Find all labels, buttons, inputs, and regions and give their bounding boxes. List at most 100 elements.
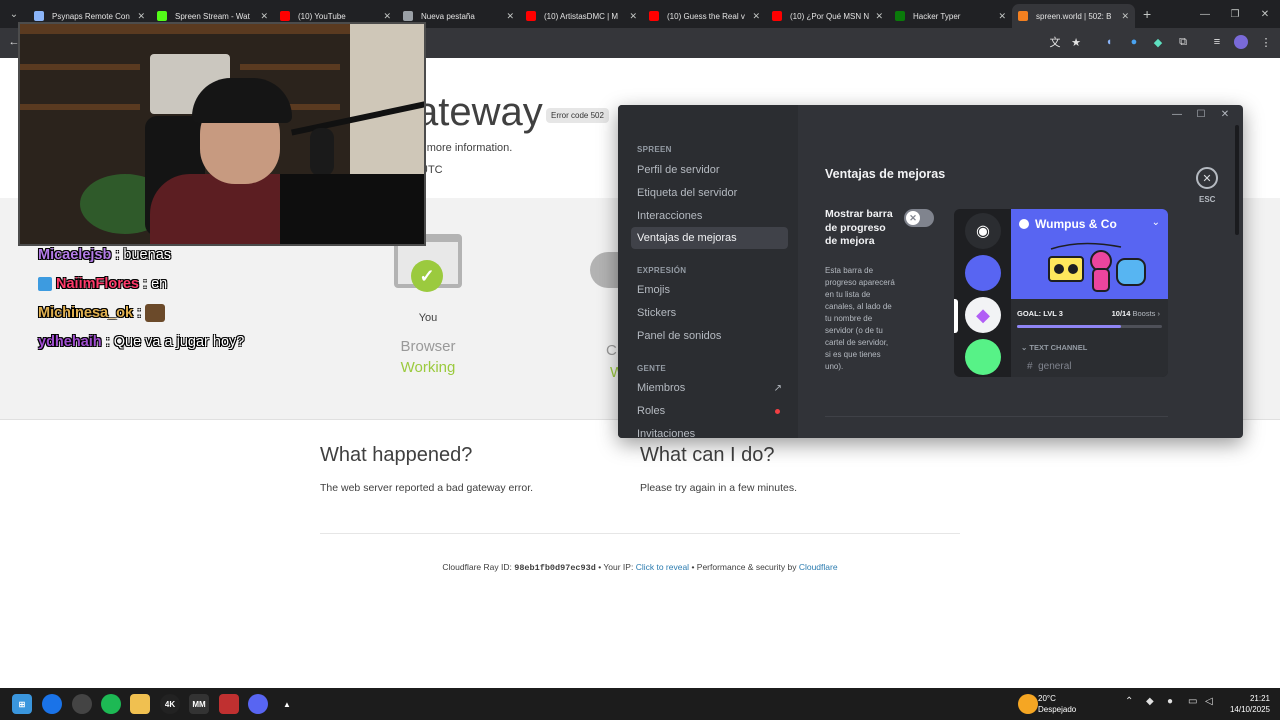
favicon-icon	[895, 11, 905, 21]
sidebar-item-stickers[interactable]: Stickers	[631, 302, 788, 324]
favicon-icon	[1018, 11, 1028, 21]
tab-close-icon[interactable]: ✕	[260, 11, 268, 22]
favicon-icon	[280, 11, 290, 21]
browser-status-block: ✓ You Browser Working	[384, 234, 472, 376]
reveal-ip-link[interactable]: Click to reveal	[636, 562, 689, 572]
tray-mic-icon[interactable]: ●	[1167, 696, 1173, 707]
browser-tab[interactable]: Hacker Typer ✕	[889, 4, 1012, 28]
new-tab-button[interactable]: +	[1143, 6, 1151, 22]
sidebar-item-roles[interactable]: Roles	[631, 400, 788, 422]
tab-title: Psynaps Remote Con	[52, 11, 130, 21]
you-label: You	[418, 312, 438, 324]
discord-close-icon[interactable]: ✕	[1213, 109, 1237, 120]
tab-close-icon[interactable]: ✕	[875, 11, 883, 22]
shelf	[240, 64, 340, 70]
tab-close-icon[interactable]: ✕	[137, 11, 145, 22]
sidebar-item-ventajas[interactable]: Ventajas de mejoras	[631, 227, 788, 249]
extension-blue-icon[interactable]: ●	[1126, 34, 1142, 50]
tray-volume-icon[interactable]: ◁	[1205, 696, 1213, 707]
browser-tab[interactable]: (10) ¿Por Qué MSN N ✕	[766, 4, 889, 28]
app-4k-icon[interactable]: 4K	[160, 694, 180, 714]
menu-kebab-icon[interactable]: ⋮	[1258, 34, 1274, 50]
performance-label: • Performance & security by	[689, 562, 799, 572]
sidebar-item-perfil[interactable]: Perfil de servidor	[631, 159, 788, 181]
chat-message: NaiimFlores : en	[38, 269, 358, 298]
browser-tab[interactable]: spreen.world | 502: B ✕	[1012, 4, 1135, 28]
boost-count: 10/14 Boosts ›	[1111, 309, 1160, 318]
tab-close-icon[interactable]: ✕	[629, 11, 637, 22]
bookmark-star-icon[interactable]: ★	[1068, 34, 1084, 50]
restore-icon[interactable]: ❐	[1220, 9, 1250, 20]
tray-display-icon[interactable]: ▭	[1188, 696, 1197, 707]
clock-time[interactable]: 21:21	[1236, 694, 1270, 703]
favicon-icon	[34, 11, 44, 21]
progress-bar-toggle[interactable]: ✕	[904, 209, 934, 227]
hash-icon: #	[1027, 361, 1033, 372]
profile-avatar-icon[interactable]	[1234, 35, 1248, 49]
tab-close-icon[interactable]: ✕	[752, 11, 760, 22]
translate-icon[interactable]: 文	[1047, 34, 1063, 50]
discord-maximize-icon[interactable]: ☐	[1189, 109, 1213, 120]
sidebar-item-interacciones[interactable]: Interacciones	[631, 205, 788, 227]
extension-teal-icon[interactable]: ◆	[1150, 34, 1166, 50]
tray-app-icon[interactable]: ◆	[1146, 696, 1154, 707]
chrome-icon[interactable]	[42, 694, 62, 714]
tab-close-icon[interactable]: ✕	[506, 11, 514, 22]
sidebar-item-etiqueta[interactable]: Etiqueta del servidor	[631, 182, 788, 204]
browser-tab[interactable]: (10) ArtistasDMC | M ✕	[520, 4, 643, 28]
sidebar-item-sonidos[interactable]: Panel de sonidos	[631, 325, 788, 347]
browser-tab[interactable]: (10) Guess the Real v ✕	[643, 4, 766, 28]
chat-username: Micaelejsb	[38, 246, 112, 263]
settings-sidebar: SPREEN Perfil de servidor Etiqueta del s…	[618, 105, 798, 438]
sidebar-item-emojis[interactable]: Emojis	[631, 279, 788, 301]
tab-title: (10) ¿Por Qué MSN N	[790, 11, 870, 21]
section-expresion: EXPRESIÓN	[637, 266, 687, 275]
discord-settings-window: SPREEN Perfil de servidor Etiqueta del s…	[618, 105, 1243, 438]
chat-username: NaiimFlores	[56, 275, 139, 292]
tab-title: Spreen Stream - Wat	[175, 11, 250, 21]
weather-temp: 20°C	[1038, 694, 1056, 703]
app-circle-icon[interactable]	[72, 694, 92, 714]
browser-label: Browser	[400, 338, 456, 355]
windows-start-icon[interactable]: ⊞	[12, 694, 32, 714]
sidebar-item-miembros[interactable]: Miembros ↗	[631, 377, 788, 399]
app-red-icon[interactable]	[219, 694, 239, 714]
weather-icon[interactable]	[1018, 694, 1038, 714]
tray-chevron-icon[interactable]: ⌃	[1125, 696, 1133, 707]
notification-dot-icon	[775, 408, 780, 414]
file-explorer-icon[interactable]	[130, 694, 150, 714]
ray-id-label: Cloudflare Ray ID:	[442, 562, 515, 572]
tab-title: (10) Guess the Real v	[667, 11, 745, 21]
close-settings-button[interactable]: ✕	[1196, 167, 1218, 189]
app-rocket-icon[interactable]: ▲	[277, 694, 297, 714]
streamer-cap	[192, 78, 292, 123]
chat-badge-icon	[38, 276, 52, 291]
window-controls: — ❐ ✕	[1190, 0, 1280, 28]
sidebar-item-invitaciones[interactable]: Invitaciones	[631, 423, 788, 438]
extensions-puzzle-icon[interactable]: ⧉	[1175, 34, 1191, 50]
section-spreen: SPREEN	[637, 145, 672, 154]
minimize-icon[interactable]: —	[1190, 9, 1220, 20]
cloudflare-link[interactable]: Cloudflare	[799, 562, 838, 572]
shelf	[20, 104, 140, 110]
favicon-icon	[649, 11, 659, 21]
discord-minimize-icon[interactable]: —	[1165, 109, 1189, 120]
extension-audio-icon[interactable]: ◖	[1101, 34, 1117, 50]
tab-close-icon[interactable]: ✕	[383, 11, 391, 22]
app-mm-icon[interactable]: MM	[189, 694, 209, 714]
scrollbar[interactable]	[1235, 125, 1239, 235]
tab-title: (10) ArtistasDMC | M	[544, 11, 619, 21]
boost-goal-label: GOAL: LVL 3	[1017, 309, 1063, 318]
chat-text: : en	[143, 275, 168, 292]
webcam-overlay	[18, 22, 426, 246]
chat-text: : Que va a jugar hoy?	[105, 333, 245, 350]
tab-close-icon[interactable]: ✕	[998, 11, 1006, 22]
boost-gem-icon: ◆	[965, 297, 1001, 333]
close-window-icon[interactable]: ✕	[1250, 9, 1280, 20]
clock-date[interactable]: 14/10/2025	[1222, 705, 1270, 714]
reading-list-icon[interactable]: ≡	[1209, 34, 1225, 50]
cloudflare-label-partial: C	[606, 342, 617, 359]
discord-taskbar-icon[interactable]	[248, 694, 268, 714]
tab-close-icon[interactable]: ✕	[1121, 11, 1129, 22]
spotify-icon[interactable]	[101, 694, 121, 714]
